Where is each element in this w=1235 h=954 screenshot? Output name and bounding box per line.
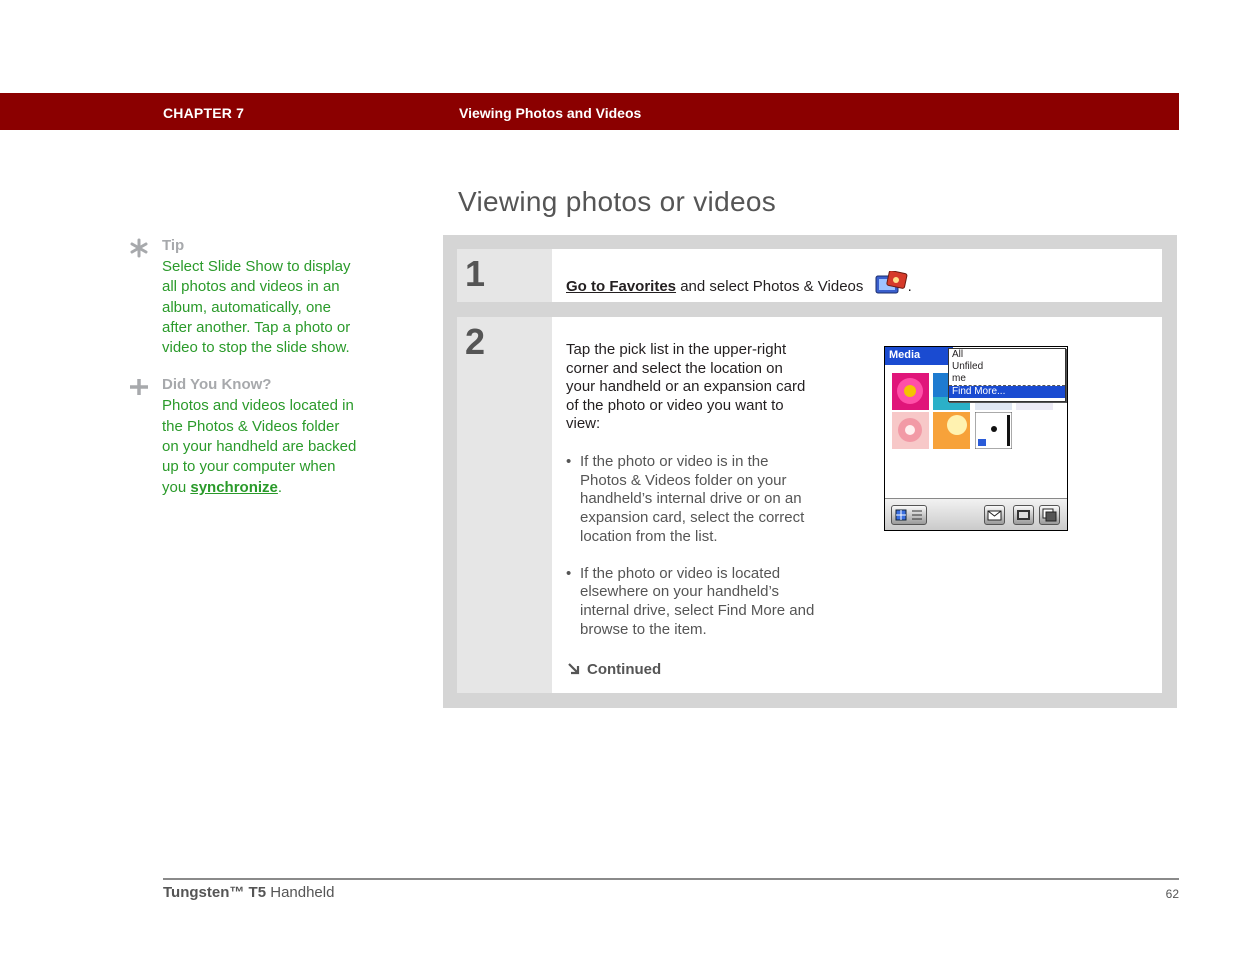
step-2-bullets: If the photo or video is in the Photos &… <box>566 453 816 639</box>
thumbnail-flower <box>892 373 929 410</box>
step-1-end: . <box>907 278 912 295</box>
did-you-know-note: Did You Know? Photos and videos located … <box>128 375 358 497</box>
tip-body: Select Slide Show to display all photos … <box>162 258 351 357</box>
plus-icon <box>130 379 148 396</box>
chapter-title: Viewing Photos and Videos <box>459 105 642 121</box>
thumbnail-orange <box>933 412 970 449</box>
step-1-text: Go to Favorites and select Photos & Vide… <box>566 271 912 295</box>
step-number: 1 <box>457 249 552 302</box>
steps-box: 1 Go to Favorites and select Photos & Vi… <box>443 235 1177 708</box>
view-toggle-button[interactable] <box>891 505 927 525</box>
synchronize-link[interactable]: synchronize <box>190 479 278 496</box>
pick-list-item-selected[interactable]: Find More... <box>949 386 1065 398</box>
slideshow-button[interactable] <box>1013 505 1034 525</box>
asterisk-icon <box>130 238 148 258</box>
video-thumbnail <box>975 412 1012 449</box>
arrow-down-right-icon <box>568 663 580 675</box>
media-toolbar <box>885 498 1067 530</box>
product-suffix: Handheld <box>266 884 335 901</box>
bullet-item: If the photo or video is in the Photos &… <box>566 453 816 547</box>
page-number: 62 <box>1165 887 1179 901</box>
media-screenshot: Media All Unfiled me Find More... <box>884 346 1068 531</box>
did-you-know-body: Photos and videos located in the Photos … <box>162 396 358 497</box>
did-you-know-end: . <box>277 478 283 496</box>
tip-note: Tip Select Slide Show to display all pho… <box>128 236 358 358</box>
step-body: Tap the pick list in the upper-right cor… <box>552 317 1162 693</box>
continued-label: Continued <box>566 661 661 678</box>
copy-button[interactable] <box>1039 505 1060 525</box>
media-title: Media <box>885 347 953 364</box>
grid-list-icon <box>895 509 922 521</box>
step-1: 1 Go to Favorites and select Photos & Vi… <box>457 249 1162 302</box>
continued-text: Continued <box>587 661 662 678</box>
step-1-instruction: and select Photos & Videos <box>676 278 864 295</box>
thumbnail-rose <box>892 412 929 449</box>
footer-product: Tungsten™ T5 Handheld <box>163 884 334 901</box>
product-name: Tungsten™ T5 <box>163 884 267 901</box>
footer-rule <box>163 878 1179 880</box>
pick-list-item[interactable]: me <box>949 373 1065 386</box>
envelope-icon <box>987 510 1002 521</box>
step-2: 2 Tap the pick list in the upper-right c… <box>457 317 1162 693</box>
did-you-know-heading: Did You Know? <box>162 376 272 394</box>
step-2-intro: Tap the pick list in the upper-right cor… <box>566 341 806 432</box>
slideshow-icon <box>1017 510 1030 520</box>
page-title: Viewing photos or videos <box>458 186 776 217</box>
chapter-label: CHAPTER 7 <box>163 105 245 121</box>
chapter-header-bar: CHAPTER 7 Viewing Photos and Videos <box>0 93 1179 130</box>
step-number: 2 <box>457 317 552 693</box>
pick-list-item[interactable]: Unfiled <box>949 361 1065 373</box>
sidebar-notes: Tip Select Slide Show to display all pho… <box>128 236 358 498</box>
step-body: Go to Favorites and select Photos & Vide… <box>552 249 1162 302</box>
bullet-item: If the photo or video is located elsewhe… <box>566 565 816 640</box>
go-to-favorites-link[interactable]: Go to Favorites <box>566 278 676 295</box>
photos-videos-app-icon <box>875 271 907 294</box>
pick-list-item[interactable]: All <box>949 349 1065 361</box>
location-pick-list[interactable]: All Unfiled me Find More... <box>948 348 1066 402</box>
send-button[interactable] <box>984 505 1005 525</box>
tip-heading: Tip <box>162 237 185 254</box>
copy-icon <box>1042 508 1057 522</box>
